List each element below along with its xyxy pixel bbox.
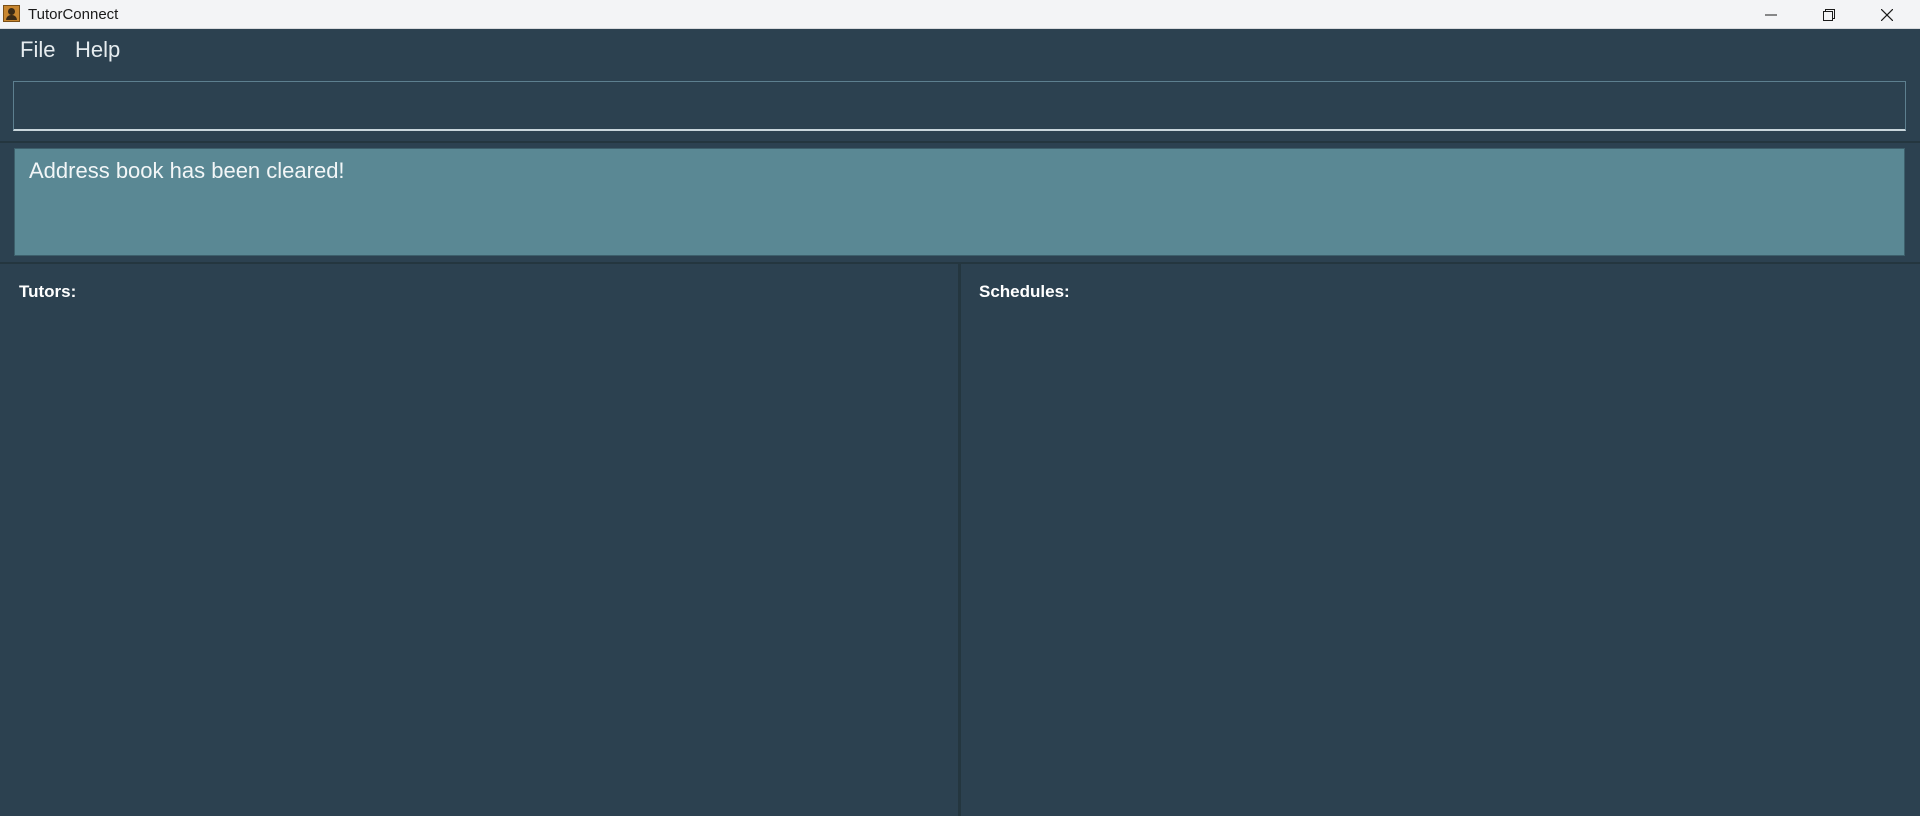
close-icon bbox=[1881, 8, 1893, 21]
result-display[interactable]: Address book has been cleared! bbox=[14, 148, 1905, 256]
tutors-title: Tutors: bbox=[19, 282, 77, 301]
schedules-list[interactable] bbox=[961, 314, 1920, 816]
close-button[interactable] bbox=[1858, 0, 1916, 29]
tutors-list[interactable] bbox=[0, 314, 958, 816]
minimize-button[interactable] bbox=[1742, 0, 1800, 29]
schedules-panel: Schedules: bbox=[961, 264, 1920, 816]
restore-button[interactable] bbox=[1800, 0, 1858, 29]
result-message: Address book has been cleared! bbox=[29, 158, 345, 183]
window-title: TutorConnect bbox=[28, 6, 119, 23]
menu-help[interactable]: Help bbox=[75, 38, 120, 62]
command-input[interactable] bbox=[13, 81, 1906, 131]
window-titlebar: TutorConnect bbox=[0, 0, 1920, 29]
restore-icon bbox=[1823, 8, 1835, 21]
menu-bar: File Help bbox=[0, 29, 1920, 71]
tutors-panel: Tutors: bbox=[0, 264, 958, 816]
app-icon bbox=[3, 5, 20, 22]
menu-file[interactable]: File bbox=[20, 38, 55, 62]
minimize-icon bbox=[1765, 14, 1777, 15]
schedules-title: Schedules: bbox=[979, 282, 1070, 301]
